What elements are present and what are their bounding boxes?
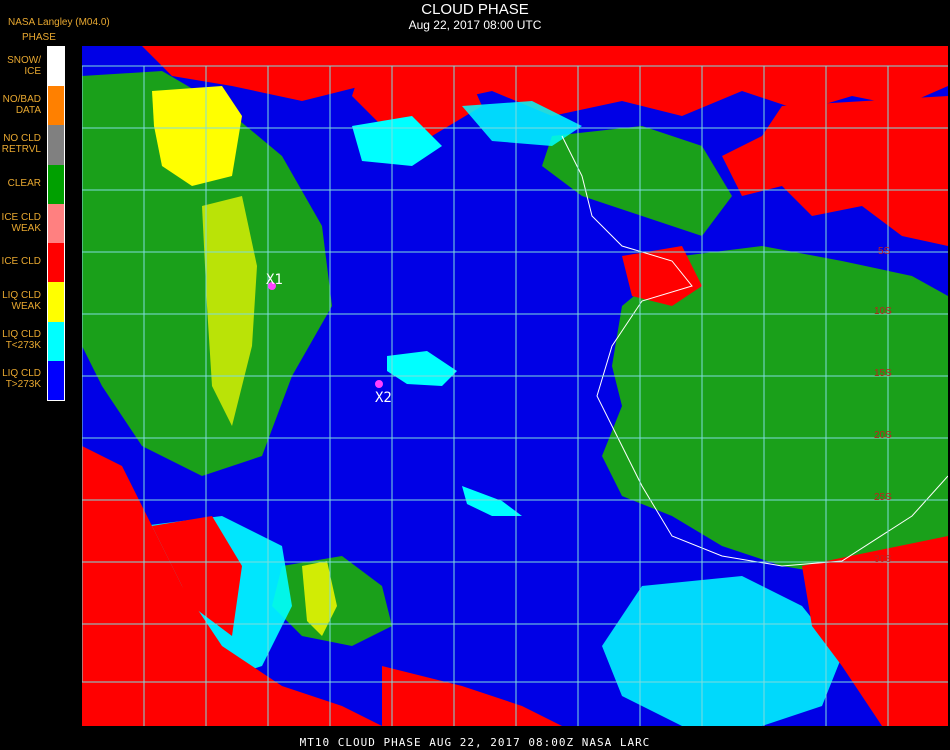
agency-label: NASA Langley (M04.0) — [8, 17, 110, 28]
legend-swatch — [48, 47, 64, 87]
cloud-phase-map: 5S 10S 15S 20S 25S 30S X1 X2 — [82, 46, 948, 726]
legend-label: SNOW/ ICE — [7, 54, 41, 77]
footer-caption: MT10 CLOUD PHASE AUG 22, 2017 08:00Z NAS… — [299, 736, 651, 749]
lat-label-20s: 20S — [874, 430, 892, 441]
map-timestamp: Aug 22, 2017 08:00 UTC — [408, 18, 542, 32]
legend-title: PHASE — [22, 32, 56, 43]
legend-swatch — [48, 86, 64, 126]
legend-label: LIQ CLD WEAK — [2, 289, 41, 312]
legend-label: NO CLD RETRVL — [1, 133, 41, 156]
legend-label: LIQ CLD T<273K — [2, 329, 41, 352]
legend-swatch — [48, 360, 64, 400]
map-title: CLOUD PHASE — [421, 1, 529, 18]
marker-x2-label: X2 — [375, 390, 392, 406]
lat-label-10s: 10S — [874, 306, 892, 317]
legend-swatch — [48, 282, 64, 322]
marker-x2-dot — [375, 380, 383, 388]
legend-label: CLEAR — [7, 177, 41, 189]
legend-label: ICE CLD WEAK — [1, 211, 41, 234]
legend-swatch — [48, 125, 64, 165]
lat-label-25s: 25S — [874, 492, 892, 503]
legend-label: NO/BAD DATA — [2, 93, 41, 116]
legend-swatch — [48, 243, 64, 283]
legend-label: LIQ CLD T>273K — [2, 368, 41, 391]
legend-label: ICE CLD — [1, 256, 41, 268]
legend-swatch — [48, 321, 64, 361]
phase-legend — [47, 46, 65, 401]
legend-swatch — [48, 164, 64, 204]
lat-label-15s: 15S — [874, 368, 892, 379]
marker-x1-label: X1 — [266, 272, 283, 288]
lat-label-30s: 30S — [874, 554, 892, 565]
lat-label-5s: 5S — [878, 246, 891, 257]
legend-swatch — [48, 203, 64, 244]
